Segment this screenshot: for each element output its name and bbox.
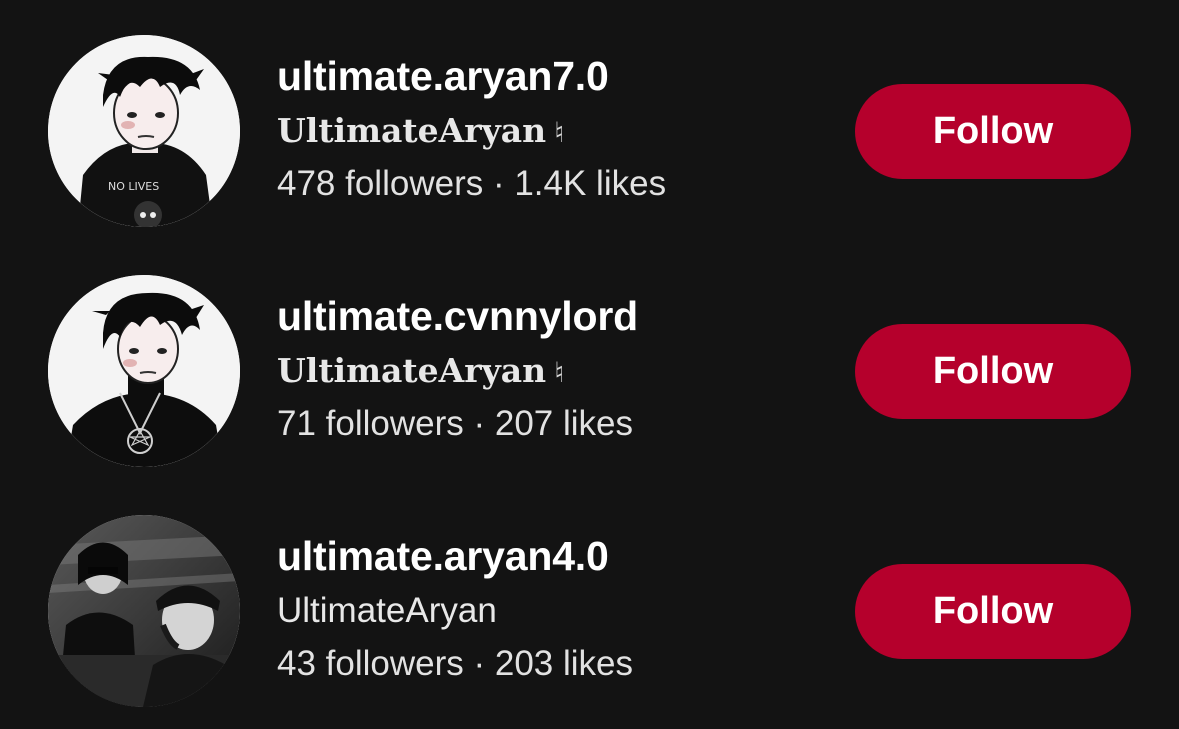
follow-button[interactable]: Follow — [855, 84, 1131, 179]
avatar[interactable] — [48, 515, 240, 707]
avatar-shirt-text: NO LIVES — [108, 180, 159, 193]
follower-stats: 71 followers · 207 likes — [277, 404, 633, 443]
avatar-illustration-icon — [48, 275, 240, 467]
username[interactable]: ultimate.aryan4.0 — [277, 530, 837, 582]
music-badge-icon: ♮ — [554, 116, 565, 149]
avatar[interactable] — [48, 275, 240, 467]
account-row[interactable]: NO LIVES ultimate.aryan7.0 UltimateAryan… — [0, 0, 1179, 240]
account-info: ultimate.cvnnylord UltimateAryan ♮ 71 fol… — [277, 290, 837, 448]
display-name-text: UltimateAryan — [277, 111, 547, 150]
account-row[interactable]: ultimate.aryan4.0 UltimateAryan 43 follo… — [0, 480, 1179, 720]
follow-button[interactable]: Follow — [855, 564, 1131, 659]
avatar-photo-icon — [48, 515, 240, 707]
account-info: ultimate.aryan4.0 UltimateAryan 43 follo… — [277, 530, 837, 688]
display-name: UltimateAryan ♮ — [277, 102, 837, 160]
username[interactable]: ultimate.aryan7.0 — [277, 50, 837, 102]
follower-stats: 43 followers · 203 likes — [277, 644, 633, 683]
follow-button[interactable]: Follow — [855, 324, 1131, 419]
account-info: ultimate.aryan7.0 UltimateAryan ♮ 478 fol… — [277, 50, 837, 208]
account-list: NO LIVES ultimate.aryan7.0 UltimateAryan… — [0, 0, 1179, 729]
display-name: UltimateAryan ♮ — [277, 342, 837, 400]
username[interactable]: ultimate.cvnnylord — [277, 290, 837, 342]
avatar-illustration-icon: NO LIVES — [48, 35, 240, 227]
music-badge-icon: ♮ — [554, 356, 565, 389]
follower-stats: 478 followers · 1.4K likes — [277, 164, 667, 203]
account-row[interactable]: ultimate.cvnnylord UltimateAryan ♮ 71 fol… — [0, 240, 1179, 480]
display-name: UltimateAryan — [277, 591, 497, 630]
display-name-text: UltimateAryan — [277, 351, 547, 390]
avatar[interactable]: NO LIVES — [48, 35, 240, 227]
